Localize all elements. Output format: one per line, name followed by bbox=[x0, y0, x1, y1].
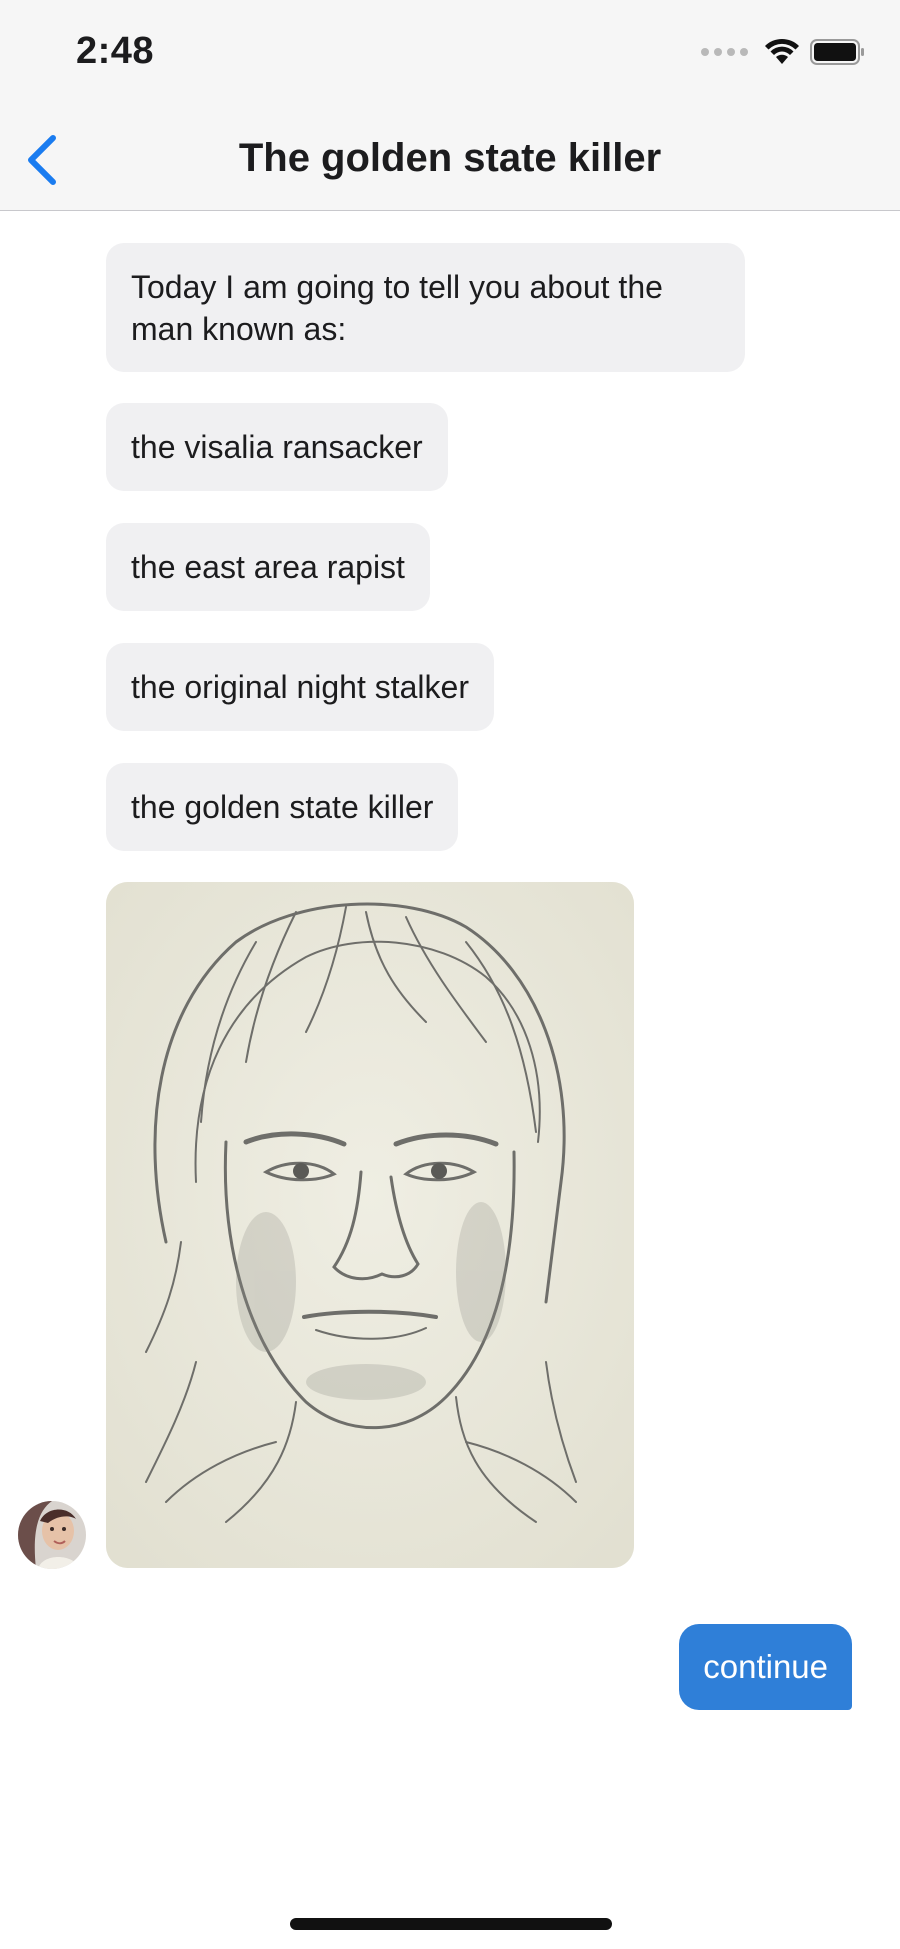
signal-icon bbox=[701, 48, 748, 56]
message-text: the golden state killer bbox=[131, 789, 434, 825]
sketch-portrait-image bbox=[106, 882, 634, 1568]
message-text: the visalia ransacker bbox=[131, 429, 423, 465]
sender-avatar bbox=[18, 1501, 86, 1569]
message-text: the east area rapist bbox=[131, 549, 405, 585]
status-bar: 2:48 bbox=[0, 0, 900, 110]
status-icons bbox=[701, 38, 866, 66]
message-bubble: the visalia ransacker bbox=[106, 403, 448, 491]
sketch-image-message[interactable] bbox=[106, 882, 634, 1568]
home-indicator[interactable] bbox=[290, 1918, 612, 1930]
message-bubble: the original night stalker bbox=[106, 643, 494, 731]
status-time: 2:48 bbox=[76, 30, 155, 72]
wifi-icon bbox=[764, 38, 800, 66]
page-title: The golden state killer bbox=[238, 136, 662, 180]
message-bubble: the east area rapist bbox=[106, 523, 430, 611]
message-text: the original night stalker bbox=[131, 669, 469, 705]
continue-button[interactable]: continue bbox=[679, 1624, 852, 1710]
message-bubble: the golden state killer bbox=[106, 763, 459, 851]
nav-bar: The golden state killer bbox=[0, 110, 900, 211]
battery-icon bbox=[810, 38, 866, 66]
message-bubble: Today I am going to tell you about the m… bbox=[106, 243, 745, 372]
message-text: Today I am going to tell you about the m… bbox=[131, 268, 663, 347]
